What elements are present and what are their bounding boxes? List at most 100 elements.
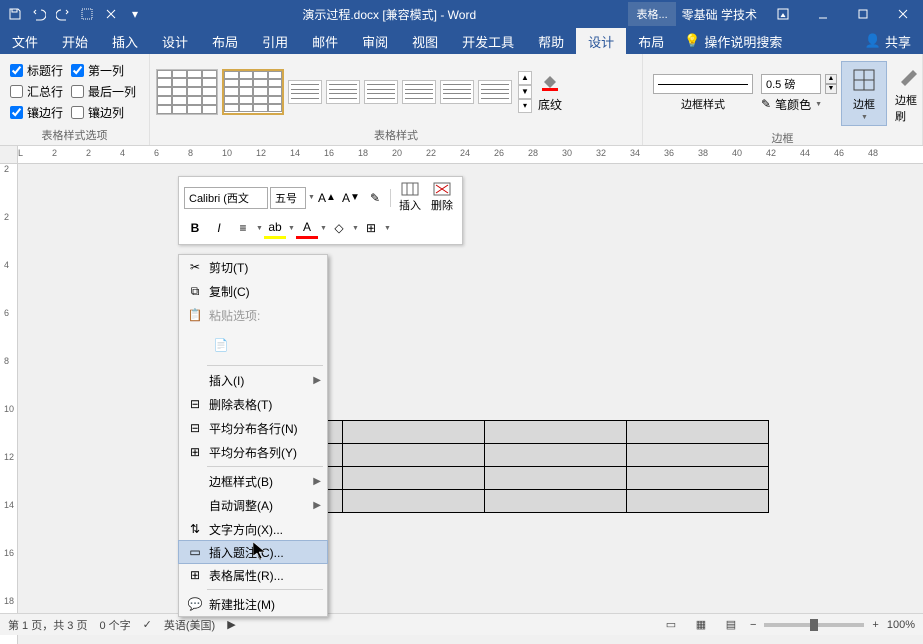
ctx-distribute-cols[interactable]: ⊞平均分布各列(Y)	[179, 440, 327, 464]
tab-insert[interactable]: 插入	[100, 28, 150, 54]
table-tools-tab[interactable]: 表格...	[628, 2, 675, 26]
shading-button[interactable]: 底纹	[532, 68, 568, 115]
mini-insert-button[interactable]: 插入	[395, 182, 425, 213]
undo-icon[interactable]	[28, 3, 50, 25]
insert-table-icon	[401, 182, 419, 196]
tab-file[interactable]: 文件	[0, 28, 50, 54]
tab-table-layout[interactable]: 布局	[626, 28, 676, 54]
ctx-text-direction[interactable]: ⇅文字方向(X)...	[179, 517, 327, 541]
weight-up-icon[interactable]: ▲	[825, 74, 837, 84]
gallery-scroll-up-icon[interactable]: ▲	[518, 71, 532, 85]
borders-button[interactable]: 边框 ▼	[841, 61, 887, 126]
header-row-checkbox[interactable]: 标题行	[6, 60, 67, 81]
save-icon[interactable]	[4, 3, 26, 25]
tab-view[interactable]: 视图	[400, 28, 450, 54]
ctx-table-properties[interactable]: ⊞表格属性(R)...	[179, 563, 327, 587]
paste-keep-source-icon[interactable]: 📄	[207, 331, 235, 359]
status-language[interactable]: 英语(美国)	[164, 617, 215, 633]
pen-color-button[interactable]: ✎ 笔颜色 ▼	[761, 96, 837, 113]
grow-font-icon[interactable]: A▲	[316, 187, 338, 209]
zoom-slider[interactable]	[764, 623, 864, 627]
ctx-delete-table[interactable]: ⊟删除表格(T)	[179, 392, 327, 416]
ctx-insert-caption[interactable]: ▭插入题注(C)...	[178, 540, 328, 564]
dist-rows-icon: ⊟	[185, 421, 205, 435]
tab-design[interactable]: 设计	[150, 28, 200, 54]
table-style-thumb[interactable]	[478, 80, 512, 104]
border-painter-button[interactable]: 边框刷	[887, 58, 923, 128]
tab-home[interactable]: 开始	[50, 28, 100, 54]
highlight-icon[interactable]: ab	[264, 217, 286, 239]
italic-icon[interactable]: I	[208, 217, 230, 239]
shrink-font-icon[interactable]: A▼	[340, 187, 362, 209]
status-proofing-icon[interactable]: ✓	[143, 618, 152, 631]
status-macro-icon[interactable]: ▶	[227, 618, 235, 631]
tell-me-search[interactable]: 💡 操作说明搜索	[676, 28, 853, 54]
minimize-icon[interactable]	[803, 0, 843, 28]
ctx-copy[interactable]: ⧉复制(C)	[179, 279, 327, 303]
border-weight-input[interactable]	[761, 74, 821, 94]
banded-rows-checkbox[interactable]: 镶边行	[6, 102, 67, 123]
weight-down-icon[interactable]: ▼	[825, 84, 837, 94]
ctx-distribute-rows[interactable]: ⊟平均分布各行(N)	[179, 416, 327, 440]
ctx-cut[interactable]: ✂剪切(T)	[179, 255, 327, 279]
mini-size-combo[interactable]: 五号	[270, 187, 306, 209]
close-icon[interactable]	[883, 0, 923, 28]
mini-font-combo[interactable]: Calibri (西文	[184, 187, 268, 209]
qat-dropdown-icon[interactable]: ▾	[124, 3, 146, 25]
status-words[interactable]: 0 个字	[99, 617, 130, 633]
table-style-thumb[interactable]	[222, 69, 284, 115]
gallery-scroll-down-icon[interactable]: ▼	[518, 85, 532, 99]
border-style-dropdown[interactable]	[653, 74, 753, 94]
tab-references[interactable]: 引用	[250, 28, 300, 54]
align-icon[interactable]: ≡	[232, 217, 254, 239]
view-read-icon[interactable]: ▭	[660, 616, 682, 634]
banded-cols-checkbox[interactable]: 镶边列	[67, 102, 128, 123]
status-page[interactable]: 第 1 页，共 3 页	[8, 617, 87, 633]
redo-icon[interactable]	[52, 3, 74, 25]
user-account[interactable]: 零基础 学技术	[676, 6, 763, 23]
zoom-out-icon[interactable]: −	[750, 619, 756, 631]
ribbon-options-icon[interactable]	[763, 0, 803, 28]
total-row-checkbox[interactable]: 汇总行	[6, 81, 67, 102]
tab-developer[interactable]: 开发工具	[450, 28, 526, 54]
table-style-thumb[interactable]	[326, 80, 360, 104]
qat-custom-1-icon[interactable]	[76, 3, 98, 25]
share-button[interactable]: 👤 共享	[853, 28, 923, 54]
maximize-icon[interactable]	[843, 0, 883, 28]
ctx-border-style[interactable]: 边框样式(B)▶	[179, 469, 327, 493]
view-print-icon[interactable]: ▦	[690, 616, 712, 634]
table-style-gallery[interactable]: ▲ ▼ ▾	[156, 69, 532, 115]
ctx-autofit[interactable]: 自动调整(A)▶	[179, 493, 327, 517]
zoom-level[interactable]: 100%	[887, 619, 915, 631]
gallery-expand-icon[interactable]: ▾	[518, 99, 532, 113]
borders-mini-icon[interactable]: ⊞	[360, 217, 382, 239]
user-name: 零基础 学技术	[682, 6, 757, 23]
table-style-thumb[interactable]	[402, 80, 436, 104]
view-web-icon[interactable]: ▤	[720, 616, 742, 634]
ctx-paste-options: 📄	[179, 327, 327, 363]
last-column-checkbox[interactable]: 最后一列	[67, 81, 140, 102]
shading-mini-icon[interactable]: ◇	[328, 217, 350, 239]
ctx-paste-options-label: 📋粘贴选项:	[179, 303, 327, 327]
table-style-thumb[interactable]	[440, 80, 474, 104]
zoom-in-icon[interactable]: +	[872, 619, 878, 631]
tab-review[interactable]: 审阅	[350, 28, 400, 54]
table-style-thumb[interactable]	[364, 80, 398, 104]
vertical-ruler[interactable]: 224681012141618	[0, 164, 18, 644]
bold-icon[interactable]: B	[184, 217, 206, 239]
lightbulb-icon: 💡	[684, 33, 700, 49]
tab-help[interactable]: 帮助	[526, 28, 576, 54]
ctx-new-comment[interactable]: 💬新建批注(M)	[179, 592, 327, 616]
first-column-checkbox[interactable]: 第一列	[67, 60, 128, 81]
table-style-thumb[interactable]	[288, 80, 322, 104]
tab-layout[interactable]: 布局	[200, 28, 250, 54]
mini-delete-button[interactable]: 删除	[427, 182, 457, 213]
font-color-icon[interactable]: A	[296, 217, 318, 239]
qat-custom-2-icon[interactable]	[100, 3, 122, 25]
tab-mailings[interactable]: 邮件	[300, 28, 350, 54]
horizontal-ruler[interactable]: L224681012141618202224262830323436384042…	[18, 146, 923, 164]
table-style-thumb[interactable]	[156, 69, 218, 115]
ctx-insert[interactable]: 插入(I)▶	[179, 368, 327, 392]
format-painter-icon[interactable]: ✎	[364, 187, 386, 209]
tab-table-design[interactable]: 设计	[576, 28, 626, 54]
